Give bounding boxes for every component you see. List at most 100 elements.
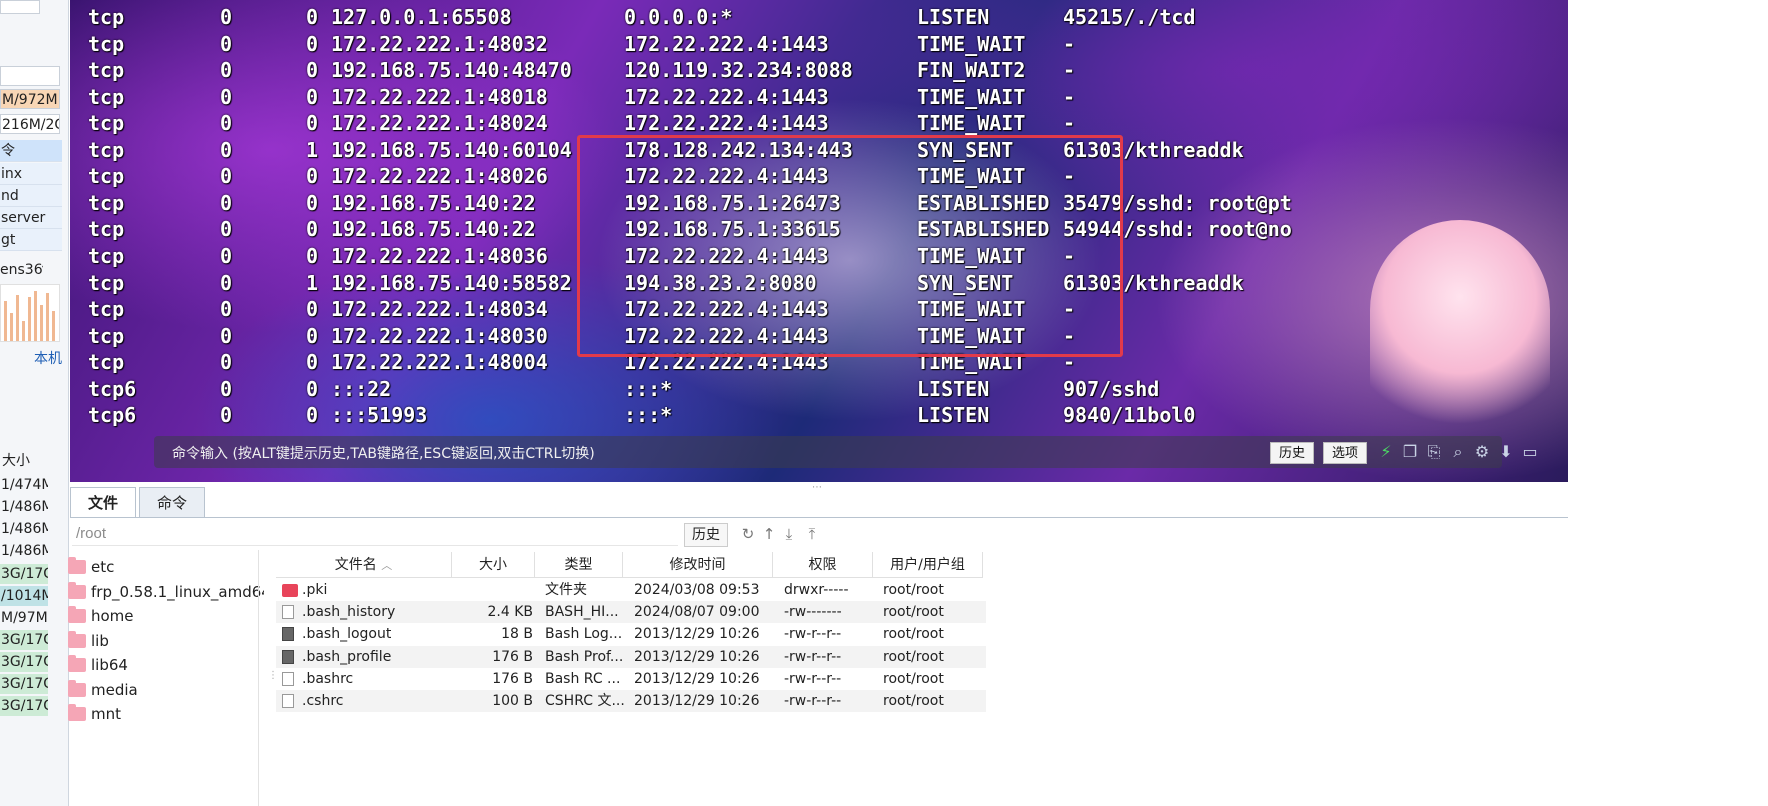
disk-usage: M/97M: [1, 610, 48, 626]
terminal-cell-proto: tcp: [88, 217, 125, 242]
size-column-header[interactable]: 大小: [2, 451, 30, 471]
file-cell-owner: root/root: [883, 626, 944, 643]
highlight-rectangle: [577, 135, 1123, 357]
terminal-cell-send: 0: [306, 164, 319, 189]
disk-usage: 1/474M: [1, 477, 48, 493]
gear-icon[interactable]: ⚙: [1472, 442, 1492, 462]
tree-item[interactable]: etc: [64, 555, 264, 579]
file-row[interactable]: .bash_profile 176 B Bash Prof... 2013/12/29…: [276, 645, 986, 668]
splitter-handle[interactable]: ⋯: [812, 482, 822, 493]
top-input-fragment[interactable]: [0, 0, 40, 14]
interface-select-value: ens36: [0, 262, 43, 278]
terminal-cell-recv: 0: [220, 376, 233, 401]
column-header-permissions[interactable]: 权限: [773, 552, 873, 578]
list-item[interactable]: inx: [0, 163, 62, 185]
file-cell-name: .bash_history: [302, 604, 396, 621]
terminal-cell-proto: tcp: [88, 350, 125, 375]
search-icon[interactable]: ⌕: [1448, 442, 1468, 462]
history-button[interactable]: 历史: [1270, 442, 1315, 464]
network-mini-chart: [0, 284, 60, 342]
terminal-cell-local: 172.22.222.1:48036: [331, 243, 548, 268]
terminal-cell-recv: 0: [220, 270, 233, 295]
folder-icon: [68, 704, 86, 721]
terminal-cell-send: 0: [306, 350, 319, 375]
command-input-placeholder[interactable]: 命令输入 (按ALT键提示历史,TAB键路径,ESC键返回,双击CTRL切换): [172, 443, 595, 463]
terminal-cell-recv: 0: [220, 217, 233, 242]
terminal-cell-proto: tcp: [88, 5, 125, 29]
tab-commands[interactable]: 命令: [139, 487, 205, 517]
file-row[interactable]: .bashrc 176 B Bash RC ... 2013/12/29 10:26 -…: [276, 668, 986, 690]
file-cell-mtime: 2013/12/29 10:26: [634, 648, 760, 665]
folder-icon: [282, 584, 298, 597]
column-header-modified[interactable]: 修改时间: [623, 552, 773, 578]
tree-item-label: frp_0.58.1_linux_amd64: [91, 582, 264, 601]
file-cell-owner: root/root: [883, 648, 944, 665]
terminal-cell-proto: tcp6: [88, 403, 137, 428]
interface-select[interactable]: ens36 ▼: [0, 260, 43, 280]
disk-usage: 1/486M: [1, 543, 48, 559]
tree-item[interactable]: home: [64, 604, 264, 628]
blank-field: [0, 66, 60, 86]
download-icon[interactable]: ⤓: [779, 524, 799, 544]
column-header-owner[interactable]: 用户/用户组: [873, 552, 983, 578]
file-cell-name: .cshrc: [302, 693, 344, 709]
terminal-cell-proto: tcp: [88, 31, 125, 56]
file-cell-owner: root/root: [883, 693, 944, 709]
upload-icon[interactable]: ⤒: [802, 524, 822, 544]
local-label[interactable]: 本机: [34, 349, 62, 369]
list-item[interactable]: 令: [0, 140, 62, 162]
options-button[interactable]: 选项: [1323, 442, 1368, 464]
column-header-name[interactable]: 文件名 ︿: [276, 552, 452, 578]
file-cell-type: Bash Prof...: [545, 648, 624, 665]
sort-up-icon: ︿: [381, 559, 393, 572]
terminal-cell-recv: 0: [220, 190, 233, 215]
download-icon[interactable]: ⬇: [1496, 442, 1516, 462]
file-cell-size: 176 B: [492, 670, 533, 687]
path-input[interactable]: [72, 522, 678, 546]
file-cell-size: 2.4 KB: [487, 604, 534, 621]
terminal-cell-recv: 0: [220, 137, 233, 162]
file-row[interactable]: .cshrc 100 B CSHRC 文... 2013/12/29 10:26 -rw…: [276, 690, 986, 712]
tree-item[interactable]: lib64: [64, 653, 264, 677]
tree-item[interactable]: mnt: [64, 702, 264, 726]
terminal-cell-proto: tcp6: [88, 376, 137, 401]
tree-item[interactable]: media: [64, 678, 264, 702]
terminal-cell-recv: 0: [220, 164, 233, 189]
disk-usage: 3G/17G: [0, 696, 48, 716]
terminal-cell-pid: 907/sshd: [1063, 376, 1160, 401]
terminal-cell-send: 0: [306, 323, 319, 348]
refresh-icon[interactable]: ↻: [738, 524, 758, 544]
list-item[interactable]: nd: [0, 185, 62, 207]
command-input-bar[interactable]: 命令输入 (按ALT键提示历史,TAB键路径,ESC键返回,双击CTRL切换) …: [154, 436, 1538, 468]
folder-icon: [68, 679, 86, 697]
copy-icon[interactable]: ❐: [1400, 442, 1420, 462]
tree-item-label: etc: [91, 558, 115, 576]
path-history-button[interactable]: 历史: [684, 523, 728, 547]
lightning-icon[interactable]: ⚡: [1376, 442, 1396, 462]
terminal-cell-proto: tcp: [88, 243, 125, 268]
chevron-down-icon: ▼: [42, 260, 43, 280]
paste-icon[interactable]: ⎘: [1424, 442, 1444, 462]
file-row[interactable]: .bash_history 2.4 KB BASH_HI... 2024/08/07 …: [276, 601, 986, 624]
column-header-label: 文件名: [334, 557, 377, 573]
terminal-cell-send: 0: [306, 190, 319, 215]
list-item[interactable]: server: [0, 207, 62, 229]
window-icon[interactable]: ▭: [1520, 442, 1540, 462]
folder-icon: [68, 655, 86, 672]
list-item[interactable]: gt: [0, 229, 62, 251]
terminal-cell-foreign: 120.119.32.234:8088: [624, 58, 853, 83]
terminal-cell-local: 192.168.75.140:60104: [331, 137, 572, 162]
column-header-size[interactable]: 大小: [452, 552, 535, 578]
tab-files[interactable]: 文件: [70, 487, 136, 517]
terminal-output[interactable]: tcp 0 0 127.0.0.1:65508 0.0.0.0:* LISTEN 45215…: [70, 0, 1568, 482]
tree-item[interactable]: frp_0.58.1_linux_amd64: [64, 580, 264, 604]
file-row[interactable]: .pki 文件夹 2024/03/08 09:53 drwxr----- root/ro…: [276, 579, 986, 601]
up-directory-icon[interactable]: ↑: [759, 524, 779, 544]
tree-item[interactable]: lib: [64, 629, 264, 653]
terminal-cell-local: 172.22.222.1:48032: [331, 31, 548, 56]
terminal-cell-foreign: :::*: [624, 376, 673, 401]
file-cell-perm: -rw-r--r--: [784, 648, 842, 665]
file-row[interactable]: .bash_logout 18 B Bash Log... 2013/12/29 10…: [276, 623, 986, 645]
column-header-type[interactable]: 类型: [535, 552, 623, 578]
terminal-cell-local: 192.168.75.140:48470: [331, 58, 572, 83]
